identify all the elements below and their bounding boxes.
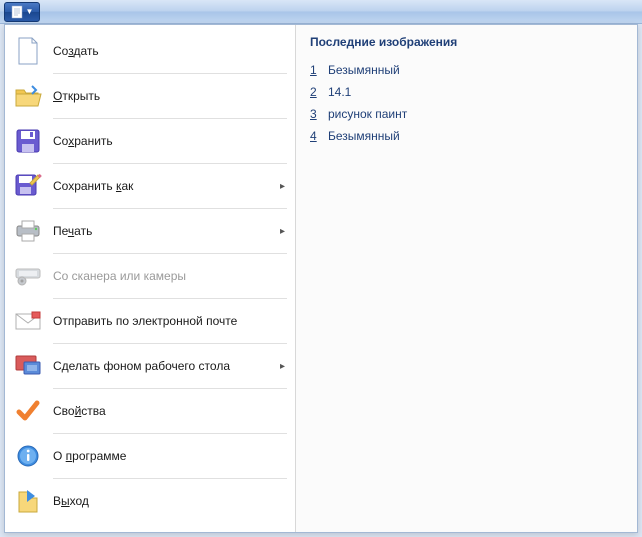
menu-label: Печать [53, 224, 280, 238]
menu-wallpaper[interactable]: Сделать фоном рабочего стола ▸ [5, 344, 295, 388]
recent-item-number: 3 [310, 107, 320, 121]
menu-label: Выход [53, 494, 285, 508]
menu-save[interactable]: Сохранить [5, 119, 295, 163]
recent-item-name: Безымянный [328, 63, 400, 77]
menu-about[interactable]: О программе [5, 434, 295, 478]
recent-item-name: Безымянный [328, 129, 400, 143]
app-menu-panel: Создать Открыть [4, 24, 638, 533]
checkmark-icon [13, 396, 43, 426]
recent-panel: Последние изображения 1Безымянный214.13р… [295, 25, 637, 532]
menu-label: Свойства [53, 404, 285, 418]
recent-item-name: рисунок паинт [328, 107, 407, 121]
app-menu-button[interactable]: ▼ [4, 2, 40, 22]
recent-item[interactable]: 1 Безымянный [310, 59, 623, 81]
print-icon [13, 216, 43, 246]
info-icon [13, 441, 43, 471]
submenu-arrow-icon: ▸ [280, 226, 285, 237]
menu-properties[interactable]: Свойства [5, 389, 295, 433]
recent-list: 1Безымянный214.13рисунок паинт4Безымянны… [310, 59, 623, 147]
menu-exit[interactable]: Выход [5, 479, 295, 523]
recent-title: Последние изображения [310, 35, 623, 49]
menu-label: О программе [53, 449, 285, 463]
menu-label: Сохранить как [53, 179, 280, 193]
exit-icon [13, 486, 43, 516]
recent-item-number: 2 [310, 85, 320, 99]
menu-label: Сделать фоном рабочего стола [53, 359, 280, 373]
recent-item-name: 14.1 [328, 85, 351, 99]
save-as-icon [13, 171, 43, 201]
submenu-arrow-icon: ▸ [280, 361, 285, 372]
dropdown-caret-icon: ▼ [26, 8, 34, 16]
recent-item[interactable]: 214.1 [310, 81, 623, 103]
menu-label: Создать [53, 44, 285, 58]
menu-new[interactable]: Создать [5, 29, 295, 73]
menu-list: Создать Открыть [5, 25, 295, 532]
recent-item-number: 4 [310, 129, 320, 143]
menu-label: Отправить по электронной почте [53, 314, 285, 328]
save-icon [13, 126, 43, 156]
recent-item-number: 1 [310, 63, 320, 77]
desktop-icon [13, 351, 43, 381]
menu-print[interactable]: Печать ▸ [5, 209, 295, 253]
menu-email[interactable]: Отправить по электронной почте [5, 299, 295, 343]
menu-label: Со сканера или камеры [53, 269, 285, 283]
scanner-icon [13, 261, 43, 291]
recent-item[interactable]: 4 Безымянный [310, 125, 623, 147]
document-icon [11, 5, 23, 19]
email-icon [13, 306, 43, 336]
open-folder-icon [13, 81, 43, 111]
menu-scan: Со сканера или камеры [5, 254, 295, 298]
new-file-icon [13, 36, 43, 66]
titlebar: ▼ [0, 0, 642, 24]
menu-save-as[interactable]: Сохранить как ▸ [5, 164, 295, 208]
submenu-arrow-icon: ▸ [280, 181, 285, 192]
menu-label: Открыть [53, 89, 285, 103]
menu-open[interactable]: Открыть [5, 74, 295, 118]
recent-item[interactable]: 3 рисунок паинт [310, 103, 623, 125]
menu-label: Сохранить [53, 134, 285, 148]
